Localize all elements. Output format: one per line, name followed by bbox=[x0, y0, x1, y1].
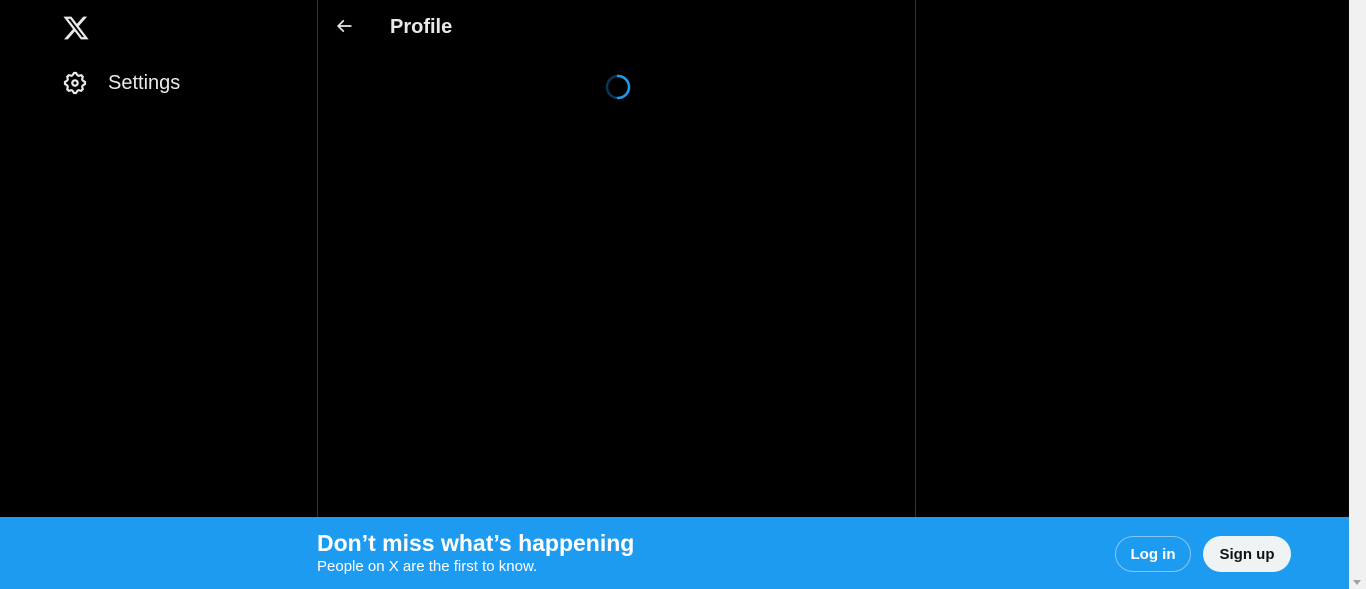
page-title: Profile bbox=[390, 16, 453, 38]
loading-spinner bbox=[605, 74, 631, 100]
banner-title: Don’t miss what’s happening bbox=[317, 530, 635, 556]
left-sidebar: Settings bbox=[0, 0, 317, 589]
arrow-left-icon bbox=[336, 19, 352, 33]
vertical-scrollbar[interactable] bbox=[1349, 0, 1366, 589]
main-column: Profile bbox=[317, 0, 916, 589]
gear-icon bbox=[62, 70, 88, 96]
signup-banner: Don’t miss what’s happening People on X … bbox=[0, 517, 1349, 589]
app-window: Settings Profile Don’t miss what’s happe… bbox=[0, 0, 1366, 589]
page-header: Profile bbox=[318, 0, 915, 53]
sidebar-item-label: Settings bbox=[108, 72, 181, 94]
scroll-down-icon[interactable] bbox=[1353, 580, 1361, 585]
back-button[interactable] bbox=[334, 16, 354, 36]
banner-subtitle: People on X are the first to know. bbox=[317, 558, 538, 575]
signup-button[interactable]: Sign up bbox=[1203, 536, 1291, 572]
login-button[interactable]: Log in bbox=[1115, 536, 1191, 572]
sidebar-item-settings[interactable]: Settings bbox=[62, 66, 180, 100]
x-logo-icon[interactable] bbox=[62, 14, 90, 42]
